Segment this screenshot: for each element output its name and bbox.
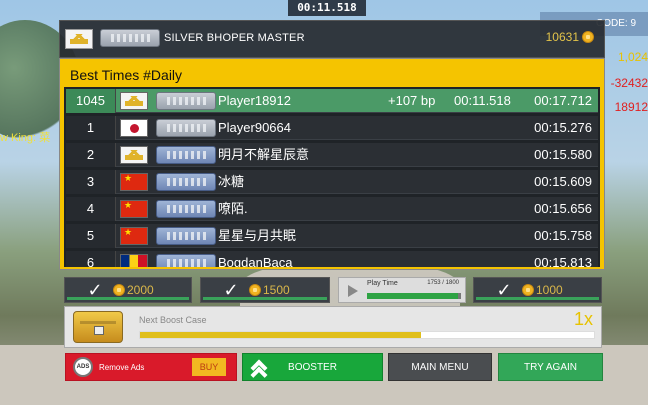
row-time-best: 00:15.609 xyxy=(534,174,592,189)
coin-icon xyxy=(113,284,125,296)
player-name: Player90664 xyxy=(218,120,291,135)
rank-badge-icon xyxy=(156,92,216,110)
main-menu-button[interactable]: MAIN MENU xyxy=(388,353,492,381)
reward-box-1: ✓ 2000 xyxy=(64,277,192,303)
row-time-best: 00:15.758 xyxy=(534,228,592,243)
boost-progress-bar xyxy=(139,331,595,339)
leaderboard-title: Best Times #Daily xyxy=(70,67,183,83)
leaderboard-row[interactable]: 5 星星与月共眠 00:15.758 xyxy=(66,224,598,248)
buy-button[interactable]: BUY xyxy=(192,358,226,376)
coin-icon xyxy=(249,284,261,296)
player-name: 嘹陌. xyxy=(218,201,248,216)
row-rank: 2 xyxy=(66,143,116,167)
reward-bar-1 xyxy=(67,297,189,300)
reward-bar-3 xyxy=(476,297,599,300)
rank-title: SILVER BHOPER MASTER xyxy=(164,32,305,44)
reward-bar-2 xyxy=(203,297,327,300)
row-time-best: 00:17.712 xyxy=(534,93,592,108)
leaderboard-panel: Best Times #Daily 1045 Player18912 +107 bp… xyxy=(59,58,605,270)
play-icon xyxy=(348,285,358,297)
row-rank: 4 xyxy=(66,197,116,221)
row-time-best: 00:15.813 xyxy=(534,255,592,267)
leaderboard-row[interactable]: 3 冰糖 00:15.609 xyxy=(66,170,598,194)
row-rank: 1045 xyxy=(66,89,116,113)
row-rank: 3 xyxy=(66,170,116,194)
row-rank: 1 xyxy=(66,116,116,140)
ads-icon: ADS xyxy=(73,357,93,377)
rank-header: SILVER BHOPER MASTER 10631 xyxy=(59,20,605,58)
row-time-best: 00:15.656 xyxy=(534,201,592,216)
row-rank: 5 xyxy=(66,224,116,248)
flag-icon xyxy=(120,200,148,218)
flag-icon xyxy=(120,173,148,191)
rank-badge-icon xyxy=(156,173,216,191)
race-timer: 00:11.518 xyxy=(288,0,366,16)
rank-badge-icon xyxy=(100,29,160,47)
crown-icon xyxy=(65,29,93,49)
flag-icon xyxy=(120,254,148,267)
coin-icon xyxy=(522,284,534,296)
booster-arrows-icon xyxy=(250,358,269,384)
try-again-button[interactable]: TRY AGAIN xyxy=(498,353,603,381)
player-name: 明月不解星辰意 xyxy=(218,147,310,162)
playtime-value: 1753 / 1800 xyxy=(427,280,459,286)
player-name: Player18912 xyxy=(218,93,291,108)
playtime-label: Play Time xyxy=(367,280,398,287)
playtime-bar xyxy=(367,293,461,299)
row-time-best: 00:15.580 xyxy=(534,147,592,162)
boost-progress-fill xyxy=(140,332,422,338)
side-value-3: 18912 xyxy=(614,100,648,114)
rank-badge-icon xyxy=(156,254,216,267)
boost-label: Next Boost Case xyxy=(139,315,207,325)
flag-icon xyxy=(120,227,148,245)
reward-value-3: 1000 xyxy=(536,283,563,297)
playtime-fill xyxy=(367,293,459,299)
coin-icon xyxy=(582,31,594,43)
flag-icon xyxy=(120,146,148,164)
reward-box-3: ✓ 1000 xyxy=(473,277,602,303)
boost-case-panel: Next Boost Case 1x xyxy=(64,306,602,348)
leaderboard-row[interactable]: 1 Player90664 00:15.276 xyxy=(66,116,598,140)
reward-value-2: 1500 xyxy=(263,283,290,297)
rank-badge-icon xyxy=(156,200,216,218)
side-value-2: -32432 xyxy=(610,76,648,90)
rank-badge-icon xyxy=(156,227,216,245)
reward-value-1: 2000 xyxy=(127,283,154,297)
reward-box-2: ✓ 1500 xyxy=(200,277,330,303)
coin-balance-value: 10631 xyxy=(545,30,579,44)
player-name: BogdanBaca xyxy=(218,255,293,267)
leaderboard-row[interactable]: 6 BogdanBaca 00:15.813 xyxy=(66,251,598,267)
player-name: 星星与月共眠 xyxy=(218,228,297,243)
player-name: 冰糖 xyxy=(218,174,245,189)
row-time-current: 00:11.518 xyxy=(454,93,511,108)
boost-multiplier: 1x xyxy=(573,309,593,329)
case-icon xyxy=(73,311,123,343)
flag-icon xyxy=(120,92,148,110)
rank-badge-icon xyxy=(156,119,216,137)
remove-ads-label: Remove Ads xyxy=(99,362,145,372)
row-bp: +107 bp xyxy=(388,93,436,108)
remove-ads-button[interactable]: ADS Remove Ads BUY xyxy=(65,353,237,381)
leaderboard-list[interactable]: 1045 Player18912 +107 bp 00:11.518 00:17.712… xyxy=(64,87,600,267)
flag-icon xyxy=(120,119,148,137)
booster-label: BOOSTER xyxy=(288,361,337,373)
side-value-1: 1,024 xyxy=(617,50,648,64)
leaderboard-row[interactable]: 1045 Player18912 +107 bp 00:11.518 00:17.712 xyxy=(66,89,598,113)
booster-button[interactable]: BOOSTER xyxy=(242,353,383,384)
row-time-best: 00:15.276 xyxy=(534,120,592,135)
leaderboard-row[interactable]: 4 嘹陌. 00:15.656 xyxy=(66,197,598,221)
playtime-box: Play Time 1753 / 1800 xyxy=(338,277,466,303)
row-rank: 6 xyxy=(66,251,116,267)
king-label: w King: 菜 xyxy=(0,132,51,144)
rank-badge-icon xyxy=(156,146,216,164)
leaderboard-row[interactable]: 2 明月不解星辰意 00:15.580 xyxy=(66,143,598,167)
coin-balance: 10631 xyxy=(546,30,594,44)
rewards-bar: ✓ 2000 ✓ 1500 Play Time 1753 / 1800 ✓ 10… xyxy=(64,277,602,303)
